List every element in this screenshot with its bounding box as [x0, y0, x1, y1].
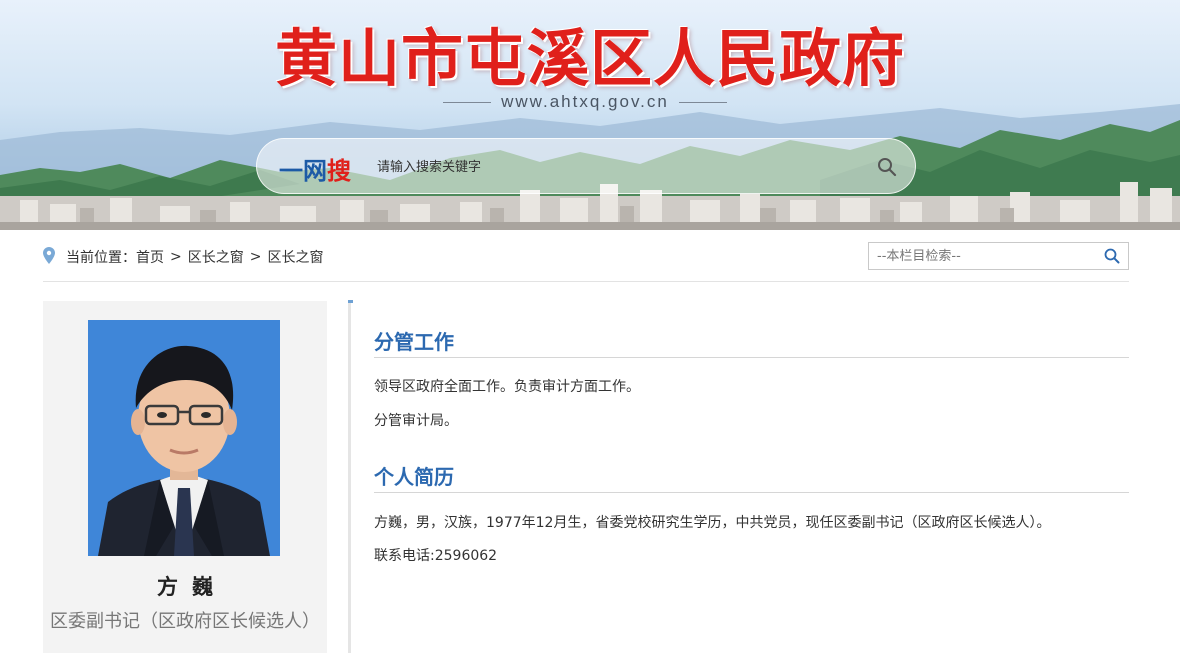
- url-divider-left: [443, 101, 492, 103]
- search-logo-part1: 一网: [279, 157, 327, 185]
- search-icon: [878, 158, 897, 177]
- column-search-button[interactable]: [1104, 248, 1120, 268]
- person-title: 区委副书记（区政府区长候选人）: [50, 611, 320, 632]
- breadcrumb-separator: >: [170, 249, 182, 265]
- map-pin-icon: [43, 247, 55, 264]
- breadcrumb-prefix: 当前位置：: [66, 250, 136, 266]
- resume-paragraph-1: 方巍，男，汉族，1977年12月生，省委党校研究生学历，中共党员，现任区委副书记…: [374, 515, 1051, 531]
- person-name: 方巍: [157, 575, 227, 599]
- search-logo: 一网搜: [279, 151, 351, 186]
- breadcrumb: 当前位置： 首页 > 区长之窗 > 区长之窗: [66, 247, 323, 267]
- duties-paragraph-2: 分管审计局。: [374, 413, 458, 429]
- url-divider-right: [678, 101, 727, 103]
- profile-card: 方巍 区委副书记（区政府区长候选人）: [43, 301, 327, 653]
- profile-photo: [88, 320, 280, 556]
- contact-phone: 联系电话:2596062: [374, 548, 498, 564]
- column-search-input[interactable]: [877, 246, 1097, 266]
- content-divider-accent: [348, 300, 353, 303]
- section-heading-resume: 个人简历: [374, 461, 1129, 493]
- site-url: www.ahtxq.gov.cn: [501, 92, 669, 111]
- site-banner: 黄山市屯溪区人民政府 www.ahtxq.gov.cn 一网搜: [0, 0, 1180, 230]
- column-search: [868, 242, 1129, 270]
- site-search-bar: 一网搜: [256, 138, 916, 194]
- site-search-button[interactable]: [873, 153, 901, 181]
- breadcrumb-home[interactable]: 首页: [136, 247, 164, 267]
- site-url-row: www.ahtxq.gov.cn: [430, 92, 740, 112]
- search-logo-part2: 搜: [327, 157, 351, 185]
- breadcrumb-current[interactable]: 区长之窗: [267, 247, 323, 267]
- breadcrumb-separator: >: [249, 249, 262, 265]
- site-search-input[interactable]: [377, 153, 857, 181]
- search-icon: [1104, 248, 1120, 264]
- duties-paragraph-1: 领导区政府全面工作。负责审计方面工作。: [374, 379, 640, 395]
- site-title: 黄山市屯溪区人民政府: [274, 22, 905, 95]
- breadcrumb-row: 当前位置： 首页 > 区长之窗 > 区长之窗: [43, 238, 1129, 282]
- breadcrumb-mayor-window[interactable]: 区长之窗: [188, 247, 244, 267]
- section-heading-duties: 分管工作: [374, 326, 1129, 358]
- portrait-image: [88, 320, 280, 556]
- content-divider: [348, 300, 351, 653]
